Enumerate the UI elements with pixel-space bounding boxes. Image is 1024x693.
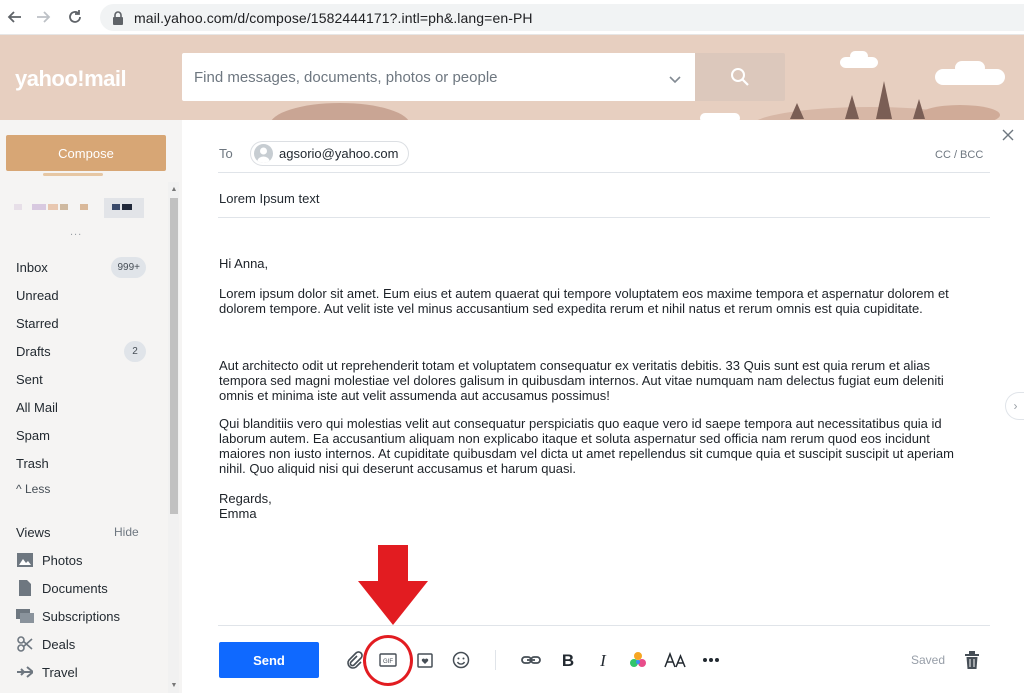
body-signature: Emma <box>219 506 257 521</box>
gif-label: GIF <box>383 659 393 665</box>
cc-bcc-link[interactable]: CC / BCC <box>935 149 983 161</box>
more-icon[interactable] <box>701 650 721 670</box>
folder-label: Sent <box>16 371 43 387</box>
scroll-down-arrow-icon[interactable]: ▼ <box>170 682 178 690</box>
back-arrow-icon[interactable] <box>4 6 26 28</box>
drafts-count-badge: 2 <box>124 340 146 362</box>
view-deals[interactable]: Deals <box>16 634 75 654</box>
search-icon <box>731 68 749 86</box>
divider <box>218 172 990 173</box>
divider <box>218 625 990 626</box>
bold-icon[interactable]: B <box>558 650 578 670</box>
views-hide-link[interactable]: Hide <box>114 525 139 539</box>
view-travel[interactable]: Travel <box>16 662 78 682</box>
view-photos[interactable]: Photos <box>16 550 82 570</box>
subscriptions-icon <box>16 607 34 625</box>
view-label: Travel <box>42 664 78 680</box>
view-label: Documents <box>42 580 108 596</box>
folder-label: Spam <box>16 427 50 443</box>
view-label: Deals <box>42 636 76 652</box>
yahoo-mail-logo[interactable]: yahoo!mail <box>15 66 127 92</box>
folder-label: Trash <box>16 455 49 471</box>
photos-icon <box>16 551 34 569</box>
scroll-up-arrow-icon[interactable]: ▲ <box>170 186 178 194</box>
sidebar: Compose ... Inbox 999+ Unread Starred Dr… <box>0 120 182 693</box>
view-documents[interactable]: Documents <box>16 578 108 598</box>
less-toggle[interactable]: ^ Less <box>16 482 50 496</box>
chevron-down-icon[interactable] <box>666 70 684 88</box>
body-closing: Regards, <box>219 491 272 506</box>
view-label: Subscriptions <box>42 608 121 624</box>
recipient-chip[interactable]: agsorio@yahoo.com <box>250 141 410 166</box>
color-icon[interactable] <box>628 650 648 670</box>
folder-label: All Mail <box>16 399 58 415</box>
trash-icon[interactable] <box>962 650 982 670</box>
link-icon[interactable] <box>521 650 541 670</box>
folder-spam[interactable]: Spam <box>16 424 146 446</box>
annotation-arrow-icon <box>358 545 428 625</box>
close-icon[interactable] <box>1000 127 1016 143</box>
sidebar-scroll-thumb[interactable] <box>170 198 178 514</box>
unread-count-badge: 999+ <box>111 256 146 278</box>
folder-drafts[interactable]: Drafts 2 <box>16 340 146 362</box>
folder-unread[interactable]: Unread <box>16 284 146 306</box>
view-label: Photos <box>42 552 83 568</box>
send-button[interactable]: Send <box>219 642 319 678</box>
emoji-icon[interactable] <box>451 650 471 670</box>
subject-field[interactable]: Lorem Ipsum text <box>219 191 319 206</box>
browser-toolbar: mail.yahoo.com/d/compose/1582444171?.int… <box>0 0 1024 35</box>
italic-icon[interactable]: I <box>593 650 613 670</box>
folder-trash[interactable]: Trash <box>16 452 146 474</box>
mail-header: yahoo!mail <box>0 35 1024 120</box>
forward-arrow-icon[interactable] <box>32 6 54 28</box>
body-paragraph: Lorem ipsum dolor sit amet. Eum eius et … <box>219 286 949 316</box>
saved-status: Saved <box>911 653 946 667</box>
folder-sent[interactable]: Sent <box>16 368 146 390</box>
toolbar-separator <box>495 650 496 670</box>
gif-icon[interactable]: GIF <box>378 650 398 670</box>
svg-text:B: B <box>562 651 574 669</box>
more-accounts-dots[interactable]: ... <box>70 226 82 238</box>
font-size-icon[interactable] <box>664 650 688 670</box>
body-paragraph: Aut architecto odit ut reprehenderit tot… <box>219 358 944 403</box>
folder-label: Drafts <box>16 343 51 359</box>
view-subscriptions[interactable]: Subscriptions <box>16 606 120 626</box>
attach-icon[interactable] <box>344 650 364 670</box>
reload-icon[interactable] <box>64 6 86 28</box>
search-button[interactable] <box>695 53 785 101</box>
body-paragraph: Qui blanditiis vero qui molestias velit … <box>219 416 954 476</box>
views-heading: Views <box>16 525 51 540</box>
svg-text:I: I <box>599 651 607 669</box>
sticker-icon[interactable] <box>415 650 435 670</box>
documents-icon <box>16 579 34 597</box>
url-text: mail.yahoo.com/d/compose/1582444171?.int… <box>134 9 533 26</box>
folder-starred[interactable]: Starred <box>16 312 146 334</box>
account-switcher[interactable] <box>14 198 144 218</box>
deals-icon <box>16 635 34 653</box>
avatar <box>254 144 273 163</box>
to-label: To <box>219 146 233 161</box>
folder-label: Inbox <box>16 259 48 275</box>
search-box[interactable] <box>182 53 695 101</box>
divider <box>218 217 990 218</box>
folder-label: Starred <box>16 315 59 331</box>
recipient-email: agsorio@yahoo.com <box>279 146 399 161</box>
lock-icon <box>113 10 123 25</box>
compose-button[interactable]: Compose <box>6 135 166 171</box>
folder-all-mail[interactable]: All Mail <box>16 396 146 418</box>
folder-label: Unread <box>16 287 59 303</box>
compose-underline <box>43 173 103 176</box>
address-bar[interactable]: mail.yahoo.com/d/compose/1582444171?.int… <box>100 4 1024 31</box>
body-greeting: Hi Anna, <box>219 256 269 271</box>
search-input[interactable] <box>194 53 654 101</box>
travel-icon <box>16 663 34 681</box>
folder-inbox[interactable]: Inbox 999+ <box>16 256 146 278</box>
